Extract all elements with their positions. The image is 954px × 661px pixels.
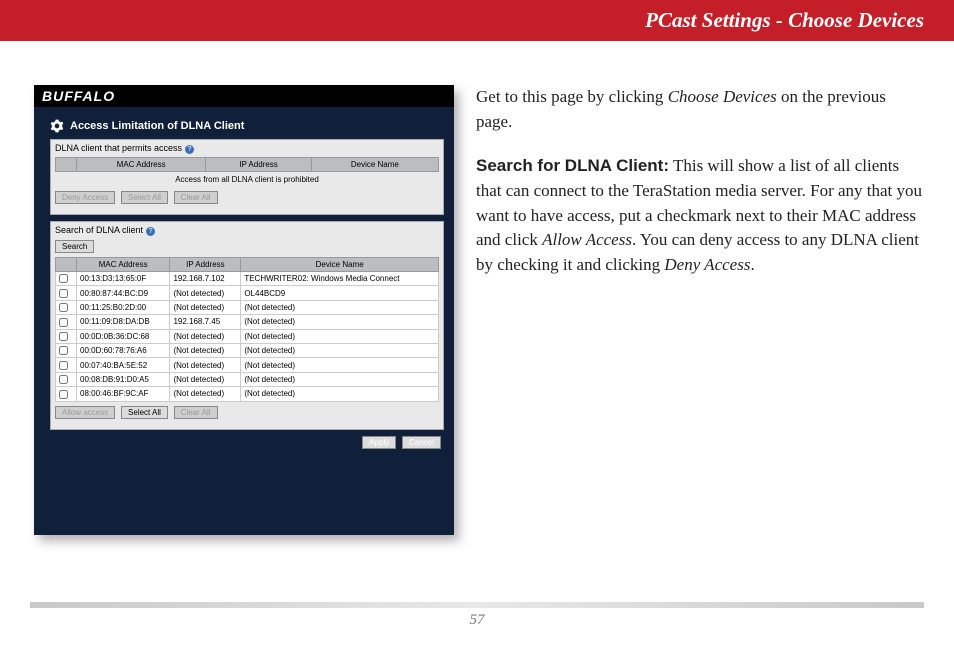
device-cell: (Not detected) [241, 387, 439, 401]
row-checkbox[interactable] [59, 289, 68, 298]
table-row: 00:11:25:B0:2D:00(Not detected)(Not dete… [56, 300, 439, 314]
permits-empty: Access from all DLNA client is prohibite… [55, 172, 439, 187]
device-cell: (Not detected) [241, 329, 439, 343]
mac-cell: 00:07:40:BA:5E:52 [77, 358, 170, 372]
device-cell: (Not detected) [241, 372, 439, 386]
device-cell: (Not detected) [241, 300, 439, 314]
device-cell: OL44BCD9 [241, 286, 439, 300]
row-checkbox[interactable] [59, 318, 68, 327]
device-cell: TECHWRITER02: Windows Media Connect [241, 272, 439, 286]
ip-cell: (Not detected) [170, 372, 241, 386]
section-title: Access Limitation of DLNA Client [50, 119, 444, 133]
gear-icon [50, 119, 64, 133]
row-checkbox[interactable] [59, 346, 68, 355]
mac-cell: 00:80:87:44:BC:D9 [77, 286, 170, 300]
select-all-button[interactable]: Select All [121, 191, 168, 204]
page-header: PCast Settings - Choose Devices [0, 0, 954, 41]
ip-cell: (Not detected) [170, 329, 241, 343]
row-checkbox[interactable] [59, 361, 68, 370]
apply-button[interactable]: Apply [362, 436, 396, 449]
help-icon[interactable]: ? [146, 227, 155, 236]
mac-cell: 08:00:46:BF:9C:AF [77, 387, 170, 401]
table-row: 00:0D:0B:36:DC:68(Not detected)(Not dete… [56, 329, 439, 343]
mac-cell: 00:11:25:B0:2D:00 [77, 300, 170, 314]
screenshot-panel: BUFFALO Access Limitation of DLNA Client… [34, 85, 454, 535]
ip-cell: (Not detected) [170, 387, 241, 401]
permits-label: DLNA client that permits access? [55, 143, 439, 154]
ip-cell: 192.168.7.45 [170, 315, 241, 329]
table-row: 00:0D:60:78:76:A6(Not detected)(Not dete… [56, 343, 439, 357]
page-title: PCast Settings - Choose Devices [645, 8, 924, 32]
allow-access-button[interactable]: Allow access [55, 406, 115, 419]
cancel-button[interactable]: Cancel [402, 436, 441, 449]
row-checkbox[interactable] [59, 274, 68, 283]
row-checkbox[interactable] [59, 303, 68, 312]
page-footer: 57 [30, 602, 924, 629]
mac-cell: 00:0D:60:78:76:A6 [77, 343, 170, 357]
row-checkbox[interactable] [59, 332, 68, 341]
search-label: Search of DLNA client? [55, 225, 439, 236]
page-number: 57 [30, 612, 924, 629]
permits-table: MAC Address IP Address Device Name [55, 157, 439, 172]
device-cell: (Not detected) [241, 315, 439, 329]
ip-cell: 192.168.7.102 [170, 272, 241, 286]
ip-cell: (Not detected) [170, 300, 241, 314]
table-row: 00:11:09:D8:DA:DB192.168.7.45(Not detect… [56, 315, 439, 329]
mac-cell: 00:0D:0B:36:DC:68 [77, 329, 170, 343]
footer-divider [30, 602, 924, 608]
deny-access-button[interactable]: Deny Access [55, 191, 115, 204]
table-row: 00:07:40:BA:5E:52(Not detected)(Not dete… [56, 358, 439, 372]
ip-cell: (Not detected) [170, 358, 241, 372]
row-checkbox[interactable] [59, 390, 68, 399]
mac-cell: 00:13:D3:13:65:0F [77, 272, 170, 286]
device-cell: (Not detected) [241, 343, 439, 357]
body-text: Get to this page by clicking Choose Devi… [476, 85, 924, 535]
ip-cell: (Not detected) [170, 343, 241, 357]
paragraph-2: Search for DLNA Client: This will show a… [476, 154, 924, 277]
table-row: 00:08:DB:91:D0:A5(Not detected)(Not dete… [56, 372, 439, 386]
row-checkbox[interactable] [59, 375, 68, 384]
clear-all-button[interactable]: Clear All [174, 191, 218, 204]
brand-bar: BUFFALO [34, 85, 454, 107]
ip-cell: (Not detected) [170, 286, 241, 300]
device-cell: (Not detected) [241, 358, 439, 372]
select-all-button[interactable]: Select All [121, 406, 168, 419]
paragraph-1: Get to this page by clicking Choose Devi… [476, 85, 924, 134]
mac-cell: 00:08:DB:91:D0:A5 [77, 372, 170, 386]
permits-panel: DLNA client that permits access? MAC Add… [50, 139, 444, 215]
table-row: 00:80:87:44:BC:D9(Not detected)OL44BCD9 [56, 286, 439, 300]
search-table: MAC Address IP Address Device Name 00:13… [55, 257, 439, 402]
table-row: 08:00:46:BF:9C:AF(Not detected)(Not dete… [56, 387, 439, 401]
search-panel: Search of DLNA client? Search MAC Addres… [50, 221, 444, 430]
help-icon[interactable]: ? [185, 145, 194, 154]
mac-cell: 00:11:09:D8:DA:DB [77, 315, 170, 329]
table-row: 00:13:D3:13:65:0F192.168.7.102TECHWRITER… [56, 272, 439, 286]
search-button[interactable]: Search [55, 240, 94, 253]
content-area: BUFFALO Access Limitation of DLNA Client… [0, 41, 954, 535]
clear-all-button[interactable]: Clear All [174, 406, 218, 419]
